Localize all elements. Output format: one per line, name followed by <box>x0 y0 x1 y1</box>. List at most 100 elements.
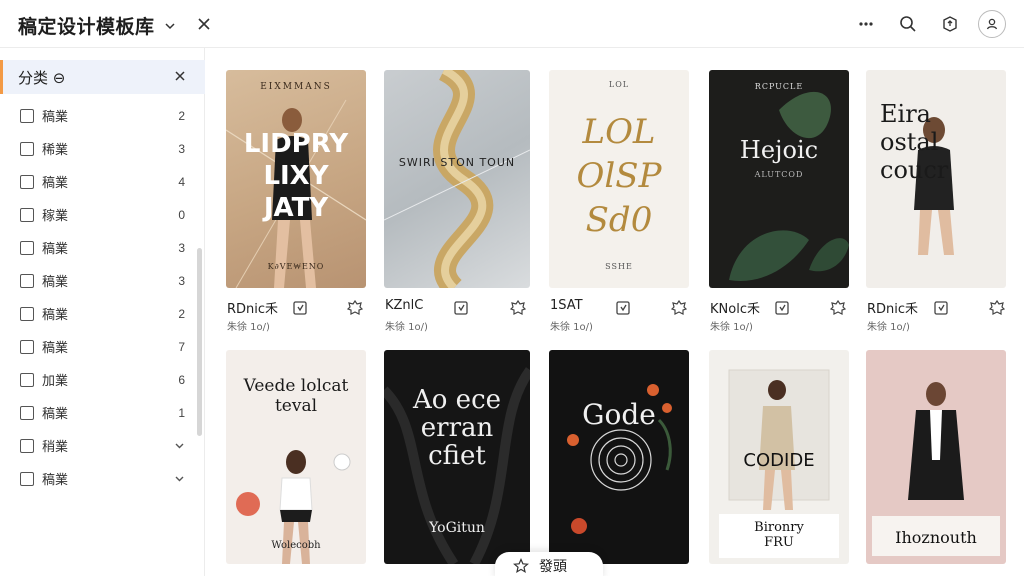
template-name: KNolc禾 <box>710 302 760 317</box>
category-item[interactable]: 稿業 3 <box>0 231 205 264</box>
checkbox[interactable] <box>20 438 34 453</box>
template-name: 1SAT <box>550 298 583 313</box>
poster-footer: SSHE <box>605 262 633 271</box>
close-icon[interactable] <box>173 69 187 83</box>
more-button[interactable] <box>852 10 880 38</box>
edit-icon[interactable] <box>774 300 790 316</box>
template-thumbnail[interactable]: RCPUCLE Hejoic ALUTCOD <box>709 70 849 288</box>
checkbox[interactable] <box>20 273 34 288</box>
edit-icon[interactable] <box>453 300 469 316</box>
edit-icon[interactable] <box>933 300 949 316</box>
template-subtitle: 朱徐 1o/) <box>867 322 910 333</box>
category-item[interactable]: 稿業 7 <box>0 330 205 363</box>
category-label: 稿業 <box>42 176 69 191</box>
category-item[interactable]: 稀業 3 <box>0 132 205 165</box>
template-thumbnail[interactable]: LOL LOL OlSP Sd0 SSHE <box>549 70 689 288</box>
edit-icon[interactable] <box>615 300 631 316</box>
category-item[interactable]: 加業 6 <box>0 363 205 396</box>
category-item[interactable]: 稿業 1 <box>0 396 205 429</box>
category-header[interactable]: 分类 ⊖ <box>0 60 205 94</box>
puzzle-icon[interactable] <box>830 300 846 316</box>
more-icon <box>859 22 873 26</box>
user-avatar[interactable] <box>978 10 1006 38</box>
template-subtitle: 朱徐 1o/) <box>710 322 753 333</box>
poster-footer: ALUTCOD <box>754 170 804 179</box>
category-count: 3 <box>178 273 185 288</box>
sidebar-scrollbar[interactable] <box>197 248 203 438</box>
chevron-down-icon[interactable] <box>174 473 185 484</box>
template-thumbnail[interactable]: Veede lolcat teval Wolecobh <box>226 350 366 564</box>
puzzle-icon[interactable] <box>671 300 687 316</box>
puzzle-icon[interactable] <box>510 300 526 316</box>
search-icon <box>900 16 916 32</box>
poster-footer: Bironry FRU <box>754 520 804 550</box>
chevron-down-icon[interactable] <box>174 440 185 451</box>
favorites-bar[interactable]: 發頭 <box>495 552 603 576</box>
scrollbar-thumb[interactable] <box>197 248 202 436</box>
user-icon <box>986 18 998 30</box>
puzzle-icon[interactable] <box>989 300 1005 316</box>
poster-title: Hejoic <box>739 136 819 164</box>
template-thumbnail[interactable]: Gode <box>549 350 689 564</box>
poster-title: Ao ece erran cfiet <box>412 385 502 471</box>
category-item[interactable]: 稿業 4 <box>0 165 205 198</box>
category-label: 稿業 <box>42 407 69 422</box>
checkbox[interactable] <box>20 306 34 321</box>
checkbox[interactable] <box>20 471 34 486</box>
close-icon[interactable] <box>194 14 214 34</box>
category-count: 0 <box>178 207 185 222</box>
gold-ribbon-figure <box>384 70 530 288</box>
template-subtitle: 朱徐 1o/) <box>550 322 593 333</box>
category-sidebar: 分类 ⊖ 稿業 2 稀業 3 稿業 4 稼業 0 稿業 3 稿業 3 稿業 2 稿業 7 加業 6… <box>0 48 205 576</box>
template-thumbnail[interactable]: CODIDE Bironry FRU <box>709 350 849 564</box>
category-item[interactable]: 稍業 <box>0 429 205 462</box>
library-title-dropdown[interactable]: 稿定设计模板库 <box>18 12 177 39</box>
poster-heading: EIXMMANS <box>260 82 332 92</box>
poster-footer: YoGitun <box>429 520 485 536</box>
category-label: 加業 <box>42 374 69 389</box>
poster-title: Veede lolcat teval <box>243 376 349 416</box>
star-icon[interactable] <box>513 558 529 574</box>
poster-footer: Ihoznouth <box>895 528 977 547</box>
checkbox[interactable] <box>20 207 34 222</box>
edit-icon[interactable] <box>292 300 308 316</box>
share-icon <box>943 16 957 32</box>
category-item[interactable]: 稿業 <box>0 462 205 495</box>
category-item[interactable]: 稿業 2 <box>0 99 205 132</box>
poster-title: CODIDE <box>743 450 815 471</box>
template-subtitle: 朱徐 1o/) <box>227 322 270 333</box>
category-label: 稍業 <box>42 440 69 455</box>
template-thumbnail[interactable]: Ihoznouth <box>866 350 1006 564</box>
share-button[interactable] <box>936 10 964 38</box>
checkbox[interactable] <box>20 339 34 354</box>
category-item[interactable]: 稿業 3 <box>0 264 205 297</box>
poster-heading: RCPUCLE <box>754 82 804 91</box>
leaf-figure <box>729 91 849 281</box>
checkbox[interactable] <box>20 240 34 255</box>
poster-title: LOL OlSP Sd0 <box>576 112 662 240</box>
puzzle-icon[interactable] <box>347 300 363 316</box>
template-thumbnail[interactable]: Eira ostal coucr <box>866 70 1006 288</box>
template-thumbnail[interactable]: SWIRI STON TOUN <box>384 70 530 288</box>
category-item[interactable]: 稼業 0 <box>0 198 205 231</box>
category-item[interactable]: 稿業 2 <box>0 297 205 330</box>
category-label: 稿業 <box>42 242 69 257</box>
checkbox[interactable] <box>20 174 34 189</box>
template-name: RDnic禾 <box>867 302 919 317</box>
poster-footer: K∂VE₩ENO <box>267 262 325 271</box>
category-count: 1 <box>178 405 185 420</box>
category-count: 3 <box>178 141 185 156</box>
template-name: KZnlC <box>385 298 424 313</box>
search-button[interactable] <box>894 10 922 38</box>
favorites-label: 發頭 <box>539 559 567 575</box>
category-count: 6 <box>178 372 185 387</box>
poster-title: Gode <box>582 398 656 431</box>
template-thumbnail[interactable]: Ao ece erran cfiet YoGitun <box>384 350 530 564</box>
checkbox[interactable] <box>20 141 34 156</box>
category-count: 7 <box>178 339 185 354</box>
checkbox[interactable] <box>20 372 34 387</box>
category-list: 稿業 2 稀業 3 稿業 4 稼業 0 稿業 3 稿業 3 稿業 2 稿業 7 加業 6 稿業 1 … <box>0 99 205 495</box>
checkbox[interactable] <box>20 405 34 420</box>
checkbox[interactable] <box>20 108 34 123</box>
template-thumbnail[interactable]: EIXMMANS LIDPRY LIXY JATY K∂VE₩ENO <box>226 70 366 288</box>
